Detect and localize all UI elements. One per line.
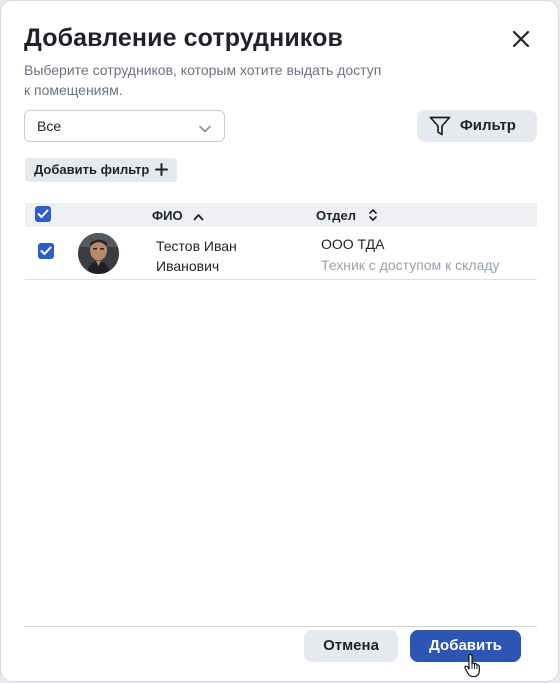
column-header-name[interactable]: ФИО: [152, 208, 204, 223]
avatar: [78, 233, 119, 274]
funnel-icon: [429, 116, 451, 136]
select-value: Все: [37, 118, 62, 134]
filter-button-label: Фильтр: [460, 117, 516, 134]
plus-icon: [155, 163, 169, 176]
filter-button[interactable]: Фильтр: [417, 110, 537, 142]
employee-department: ООО ТДА: [321, 236, 385, 252]
sort-icon: [368, 208, 378, 225]
cancel-button[interactable]: Отмена: [304, 630, 398, 662]
employee-name: Тестов Иван Иванович: [156, 238, 237, 274]
sort-ascending-icon: [193, 209, 204, 224]
employee-role: Техник с доступом к складу: [321, 257, 500, 273]
add-filter-label: Добавить фильтр: [34, 162, 150, 177]
employee-scope-select[interactable]: Все: [24, 110, 225, 142]
dialog-title: Добавление сотрудников: [24, 24, 343, 52]
row-checkbox[interactable]: [38, 243, 54, 259]
column-header-name-label: ФИО: [152, 208, 183, 223]
close-icon[interactable]: [509, 27, 533, 51]
footer-divider: [24, 626, 537, 627]
column-header-department-label: Отдел: [316, 208, 357, 223]
table-row[interactable]: Тестов Иван Иванович ООО ТДА Техник с до…: [25, 227, 537, 280]
hand-cursor-icon: [463, 653, 483, 678]
chevron-down-icon: [199, 121, 211, 133]
add-filter-button[interactable]: Добавить фильтр: [25, 158, 178, 182]
add-employees-dialog: Добавление сотрудников Выберите сотрудни…: [0, 0, 559, 682]
dialog-subtitle: Выберите сотрудников, которым хотите выд…: [24, 62, 382, 98]
table-header: ФИО Отдел: [25, 203, 537, 227]
column-header-department[interactable]: Отдел: [316, 208, 377, 223]
select-all-checkbox[interactable]: [35, 206, 51, 222]
